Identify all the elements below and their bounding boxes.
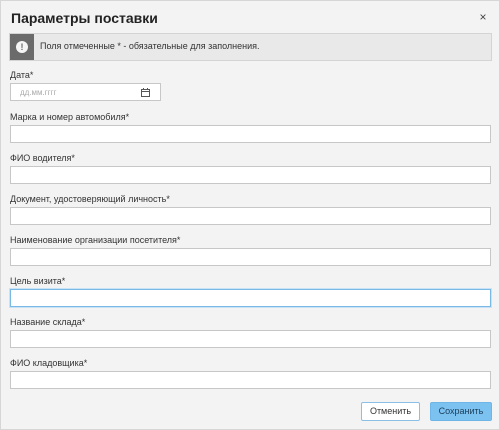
date-label: Дата* (10, 70, 34, 80)
driver-label: ФИО водителя* (10, 153, 75, 163)
dialog-titlebar: Параметры поставки × (1, 1, 499, 31)
calendar-icon[interactable] (141, 88, 150, 97)
save-button[interactable]: Сохранить (430, 402, 492, 421)
organization-field[interactable] (10, 248, 491, 266)
warehouse-field[interactable] (10, 330, 491, 348)
info-icon-glyph: ! (20, 42, 24, 52)
supply-parameters-dialog: Параметры поставки × ! Поля отмеченные *… (0, 0, 500, 430)
car-label: Марка и номер автомобиля* (10, 112, 130, 122)
purpose-label: Цель визита* (10, 276, 66, 286)
cancel-button[interactable]: Отменить (361, 402, 420, 421)
warehouse-label: Название склада* (10, 317, 86, 327)
info-icon: ! (16, 41, 28, 53)
dialog-title: Параметры поставки (11, 10, 158, 26)
notice-text: Поля отмеченные * - обязательные для зап… (40, 41, 260, 51)
close-icon[interactable]: × (476, 10, 490, 24)
driver-field[interactable] (10, 166, 491, 184)
storekeeper-field[interactable] (10, 371, 491, 389)
notice-icon-box: ! (10, 34, 34, 60)
document-label: Документ, удостоверяющий личность* (10, 194, 170, 204)
date-field[interactable]: дд.мм.гггг (10, 83, 161, 101)
car-field[interactable] (10, 125, 491, 143)
purpose-field[interactable] (10, 289, 491, 307)
storekeeper-label: ФИО кладовщика* (10, 358, 88, 368)
document-field[interactable] (10, 207, 491, 225)
organization-label: Наименование организации посетителя* (10, 235, 181, 245)
date-placeholder: дд.мм.гггг (20, 88, 57, 97)
required-fields-notice: ! Поля отмеченные * - обязательные для з… (9, 33, 492, 61)
